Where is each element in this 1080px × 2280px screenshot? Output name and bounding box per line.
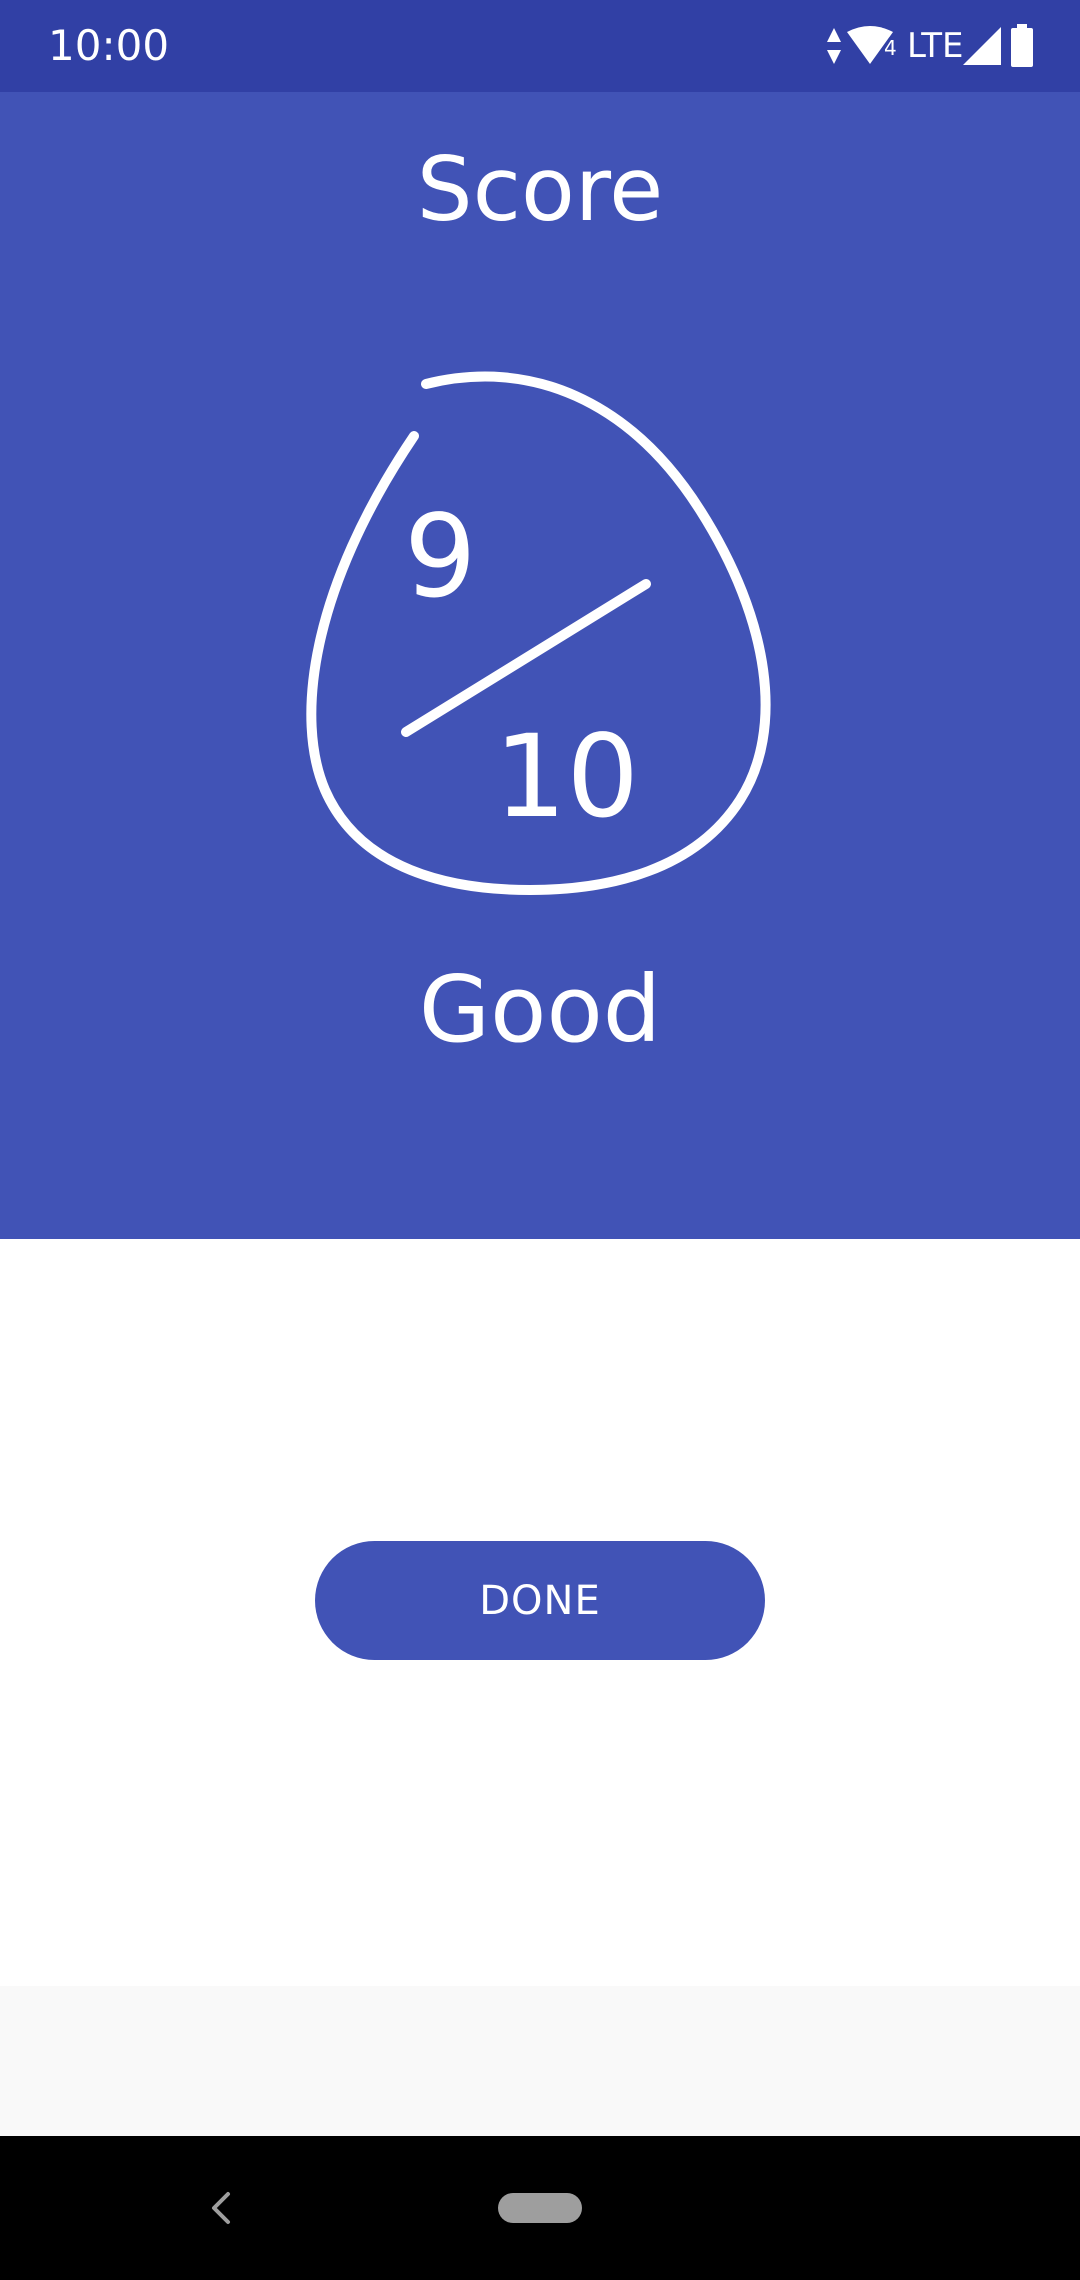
network-type-label: LTE [907,26,964,66]
wifi-badge: 4 [884,36,897,60]
signal-icon [963,27,1001,65]
battery-icon [1011,24,1033,67]
done-button[interactable]: DONE [315,1541,765,1660]
back-icon[interactable] [200,2186,244,2230]
score-total: 10 [494,710,640,843]
data-arrows-icon [827,28,841,64]
status-icons: 4 LTE [826,22,1036,70]
page-title: Score [416,138,664,241]
bottom-area [0,1986,1080,2136]
home-pill-icon[interactable] [498,2193,582,2223]
status-time: 10:00 [48,21,170,70]
score-value: 9 [404,490,477,623]
score-rating: Good [418,956,662,1063]
status-bar: 10:00 4 LTE [0,0,1080,92]
